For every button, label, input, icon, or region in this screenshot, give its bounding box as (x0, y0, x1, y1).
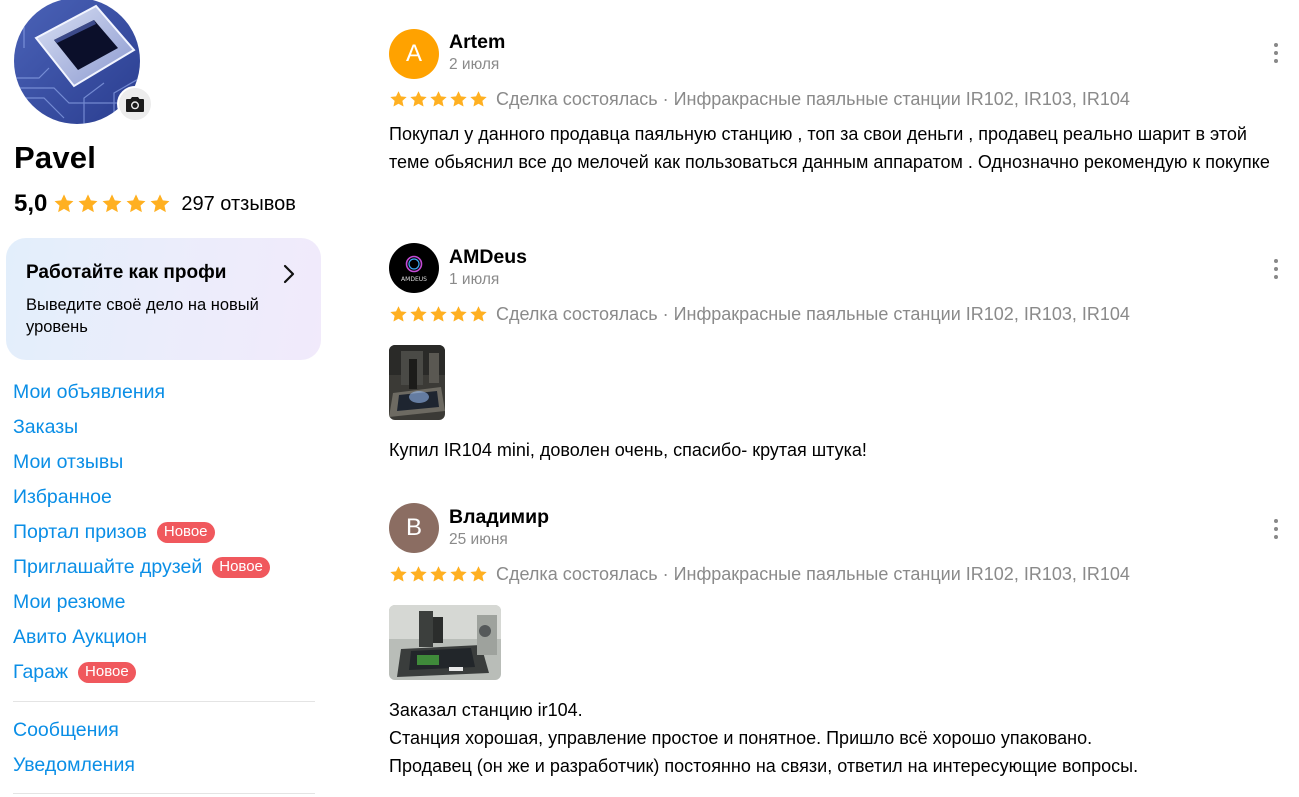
reviewer-name[interactable]: Artem (449, 31, 505, 54)
star-icon (410, 566, 427, 582)
review-meta: Сделка состоялась · Инфракрасные паяльны… (389, 89, 1130, 110)
reviewer-avatar[interactable]: AMDEUS (389, 243, 439, 293)
review-date: 25 июня (449, 531, 508, 548)
profile-rating: 5,0 297 отзывов (14, 189, 296, 219)
avatar-letter: A (405, 40, 422, 67)
avatar-letter: В (405, 514, 422, 541)
sidebar-item-garage[interactable]: Гараж Новое (13, 655, 318, 690)
star-icon (450, 91, 467, 107)
star-icon (410, 306, 427, 322)
rating-value: 5,0 (14, 190, 48, 217)
sidebar-item-orders[interactable]: Заказы (13, 410, 318, 445)
reviewer-avatar[interactable]: В (389, 503, 439, 553)
review-deal-info: Сделка состоялась · Инфракрасные паяльны… (496, 304, 1130, 324)
sidebar-nav: Мои объявления Заказы Мои отзывы Избранн… (13, 375, 318, 797)
promo-subtitle: Выведите своё дело на новый уровень (26, 296, 259, 336)
reviewer-name[interactable]: Владимир (449, 506, 549, 529)
sidebar-item-label: Мои резюме (13, 591, 126, 613)
nav-divider (13, 701, 315, 702)
review-photo[interactable] (389, 605, 501, 680)
review-stars (389, 90, 488, 109)
more-vertical-icon[interactable] (1268, 258, 1284, 280)
sidebar-item-label: Сообщения (13, 719, 119, 741)
review-photo[interactable] (389, 345, 445, 420)
sidebar-item-label: Уведомления (13, 754, 135, 776)
change-avatar-button[interactable] (117, 86, 153, 122)
star-icon (430, 91, 447, 107)
profile-avatar-wrap (14, 0, 153, 124)
review-date: 1 июля (449, 271, 500, 288)
review-text: Купил IR104 mini, доволен очень, спасибо… (389, 440, 867, 460)
more-vertical-icon[interactable] (1268, 42, 1284, 64)
review-meta: Сделка состоялась · Инфракрасные паяльны… (389, 564, 1130, 585)
sidebar-item-label: Заказы (13, 416, 79, 438)
amdeus-logo: AMDEUS (401, 255, 427, 283)
star-icon (150, 194, 170, 213)
new-badge: Новое (156, 522, 215, 543)
star-icon (126, 194, 146, 213)
sidebar-item-auction[interactable]: Авито Аукцион (13, 620, 318, 655)
sidebar-item-my-reviews[interactable]: Мои отзывы (13, 445, 318, 480)
star-icon (450, 306, 467, 322)
camera-icon (126, 97, 144, 112)
more-vertical-icon[interactable] (1268, 518, 1284, 540)
sidebar-item-invite-friends[interactable]: Приглашайте друзей Новое (13, 550, 318, 585)
star-icon (450, 566, 467, 582)
sidebar-item-my-resumes[interactable]: Мои резюме (13, 585, 318, 620)
sidebar-item-messages[interactable]: Сообщения (13, 713, 318, 748)
review-stars (389, 305, 488, 324)
new-badge: Новое (78, 662, 136, 683)
review-date: 2 июля (449, 56, 500, 73)
reviews-count-link[interactable]: 297 отзывов (181, 193, 295, 216)
sidebar-item-label: Гараж (13, 661, 69, 683)
star-icon (78, 194, 98, 213)
nav-divider (13, 793, 315, 794)
review-meta: Сделка состоялась · Инфракрасные паяльны… (389, 304, 1130, 325)
review-text: Заказал станцию ir104. Станция хорошая, … (389, 696, 1284, 780)
review-text-line: Продавец (он же и разработчик) постоянно… (389, 756, 1139, 776)
star-icon (390, 91, 407, 107)
star-icon (430, 306, 447, 322)
pro-promo-card[interactable]: Работайте как профи Выведите своё дело н… (6, 238, 321, 360)
sidebar-item-notifications[interactable]: Уведомления (13, 748, 318, 783)
sidebar-item-prize-portal[interactable]: Портал призов Новое (13, 515, 318, 550)
svg-text:AMDEUS: AMDEUS (401, 276, 427, 283)
review-text-line: Станция хорошая, управление простое и по… (389, 728, 1093, 748)
sidebar-item-label: Избранное (13, 486, 112, 508)
sidebar-item-label: Приглашайте друзей (13, 556, 203, 578)
star-icon (470, 306, 487, 322)
new-badge: Новое (212, 557, 270, 578)
rating-stars (53, 193, 171, 215)
sidebar-item-label: Портал призов (13, 521, 147, 543)
promo-title: Работайте как профи (26, 262, 227, 283)
sidebar: Pavel 5,0 297 отзывов Работайте как проф… (0, 0, 330, 797)
star-icon (430, 566, 447, 582)
star-icon (390, 306, 407, 322)
sidebar-item-my-ads[interactable]: Мои объявления (13, 375, 318, 410)
review-deal-info: Сделка состоялась · Инфракрасные паяльны… (496, 89, 1130, 109)
star-icon (470, 566, 487, 582)
review-stars (389, 565, 488, 584)
star-icon (470, 91, 487, 107)
reviewer-name[interactable]: AMDeus (449, 246, 527, 269)
profile-name: Pavel (14, 140, 97, 175)
reviewer-avatar[interactable]: A (389, 29, 439, 79)
sidebar-item-label: Мои объявления (13, 381, 166, 403)
star-icon (410, 91, 427, 107)
chevron-right-icon (283, 264, 295, 284)
star-icon (390, 566, 407, 582)
star-icon (54, 194, 74, 213)
sidebar-item-label: Мои отзывы (13, 451, 124, 473)
review-deal-info: Сделка состоялась · Инфракрасные паяльны… (496, 564, 1130, 584)
review-text-line: Заказал станцию ir104. (389, 700, 583, 720)
star-icon (102, 194, 122, 213)
sidebar-item-label: Авито Аукцион (13, 626, 147, 648)
review-text: Покупал у данного продавца паяльную стан… (389, 124, 1270, 172)
sidebar-item-favorites[interactable]: Избранное (13, 480, 318, 515)
